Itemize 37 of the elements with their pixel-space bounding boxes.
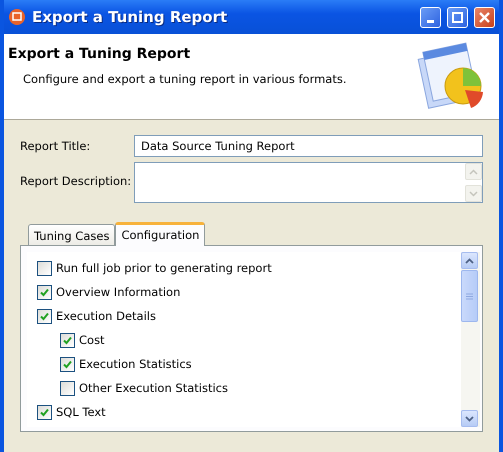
maximize-button[interactable] (447, 6, 468, 28)
check-icon (63, 336, 72, 344)
report-title-field[interactable]: Data Source Tuning Report (134, 135, 483, 157)
close-icon (479, 12, 490, 22)
checkbox[interactable] (37, 308, 52, 324)
check-icon (40, 408, 49, 416)
checkbox[interactable] (37, 284, 52, 300)
check-icon (40, 288, 49, 296)
checkbox-label: Run full job prior to generating report (56, 261, 272, 275)
checkbox[interactable] (60, 356, 75, 372)
field-label: Report Description: (20, 173, 132, 188)
scroll-up-icon[interactable] (461, 252, 478, 269)
window-title: Export a Tuning Report (32, 8, 228, 26)
checkbox-label: Execution Statistics (79, 357, 192, 371)
minimize-button[interactable] (420, 6, 441, 28)
maximize-icon (452, 12, 463, 22)
check-icon (63, 360, 72, 368)
tab[interactable]: Configuration (115, 222, 206, 246)
checkbox[interactable] (60, 380, 75, 396)
checkbox-label: Other Execution Statistics (79, 381, 228, 395)
app-icon (8, 8, 26, 26)
scrollbar-thumb[interactable] (461, 270, 478, 322)
minimize-icon (427, 20, 434, 22)
checkbox-label: Execution Details (56, 309, 156, 323)
checkbox[interactable] (60, 332, 75, 348)
checkbox-label: Overview Information (56, 285, 180, 299)
checkbox-label: SQL Text (56, 405, 106, 419)
checkbox[interactable] (37, 260, 52, 276)
scroll-down-icon[interactable] (461, 410, 478, 427)
field-label: Report Title: (20, 138, 92, 153)
checkbox-label: Cost (79, 333, 105, 347)
tab[interactable]: Tuning Cases (28, 224, 116, 245)
page-title: Export a Tuning Report (8, 46, 192, 62)
check-icon (40, 312, 49, 320)
page-description: Configure and export a tuning report in various formats. (23, 72, 348, 86)
close-button[interactable] (474, 6, 495, 28)
checkbox[interactable] (37, 404, 52, 420)
